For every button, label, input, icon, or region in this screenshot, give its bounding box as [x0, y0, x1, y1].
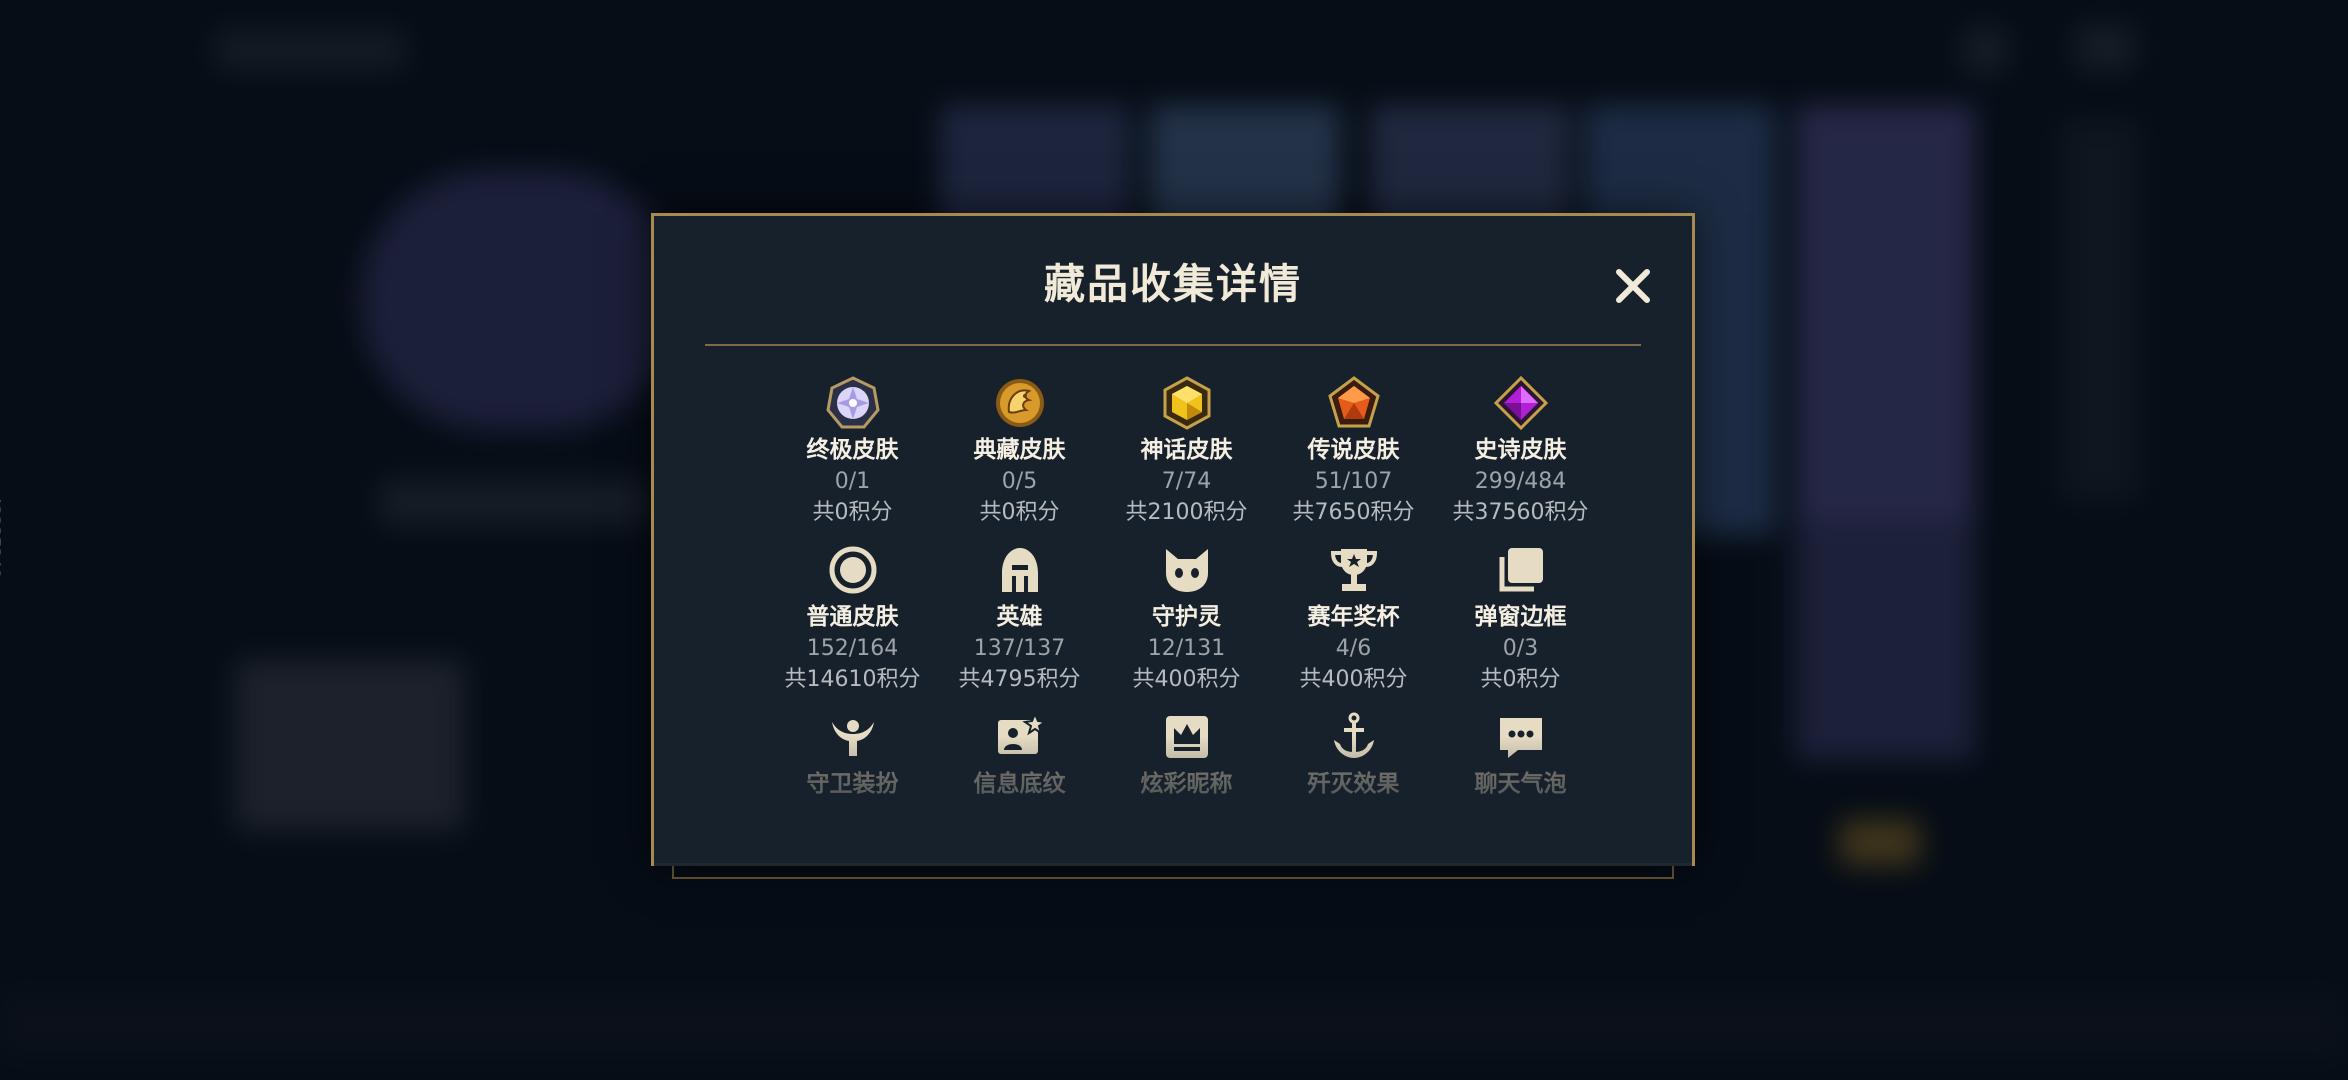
- crown-card-icon: [1160, 710, 1214, 764]
- close-button[interactable]: [1609, 262, 1657, 310]
- collection-details-dialog: 藏品收集详情 终极皮肤 0/1 共0积分 典藏皮肤 0/5 共0积分 神话皮肤 …: [651, 213, 1695, 866]
- category-annihilation-effects[interactable]: 歼灭效果: [1270, 710, 1437, 877]
- ultimate-gem-icon: [825, 376, 880, 430]
- chat-bubble-icon: [1494, 710, 1548, 764]
- category-label: 神话皮肤: [1140, 437, 1233, 463]
- category-label: 传说皮肤: [1307, 437, 1400, 463]
- category-champions[interactable]: 英雄 137/137 共4795积分: [936, 543, 1103, 710]
- category-score: 共7650积分: [1292, 500, 1415, 525]
- category-label: 赛年奖杯: [1307, 604, 1400, 630]
- category-score: 共4795积分: [958, 667, 1081, 692]
- category-colorful-nicknames[interactable]: 炫彩昵称: [1103, 710, 1270, 877]
- category-score: 共2100积分: [1125, 500, 1248, 525]
- category-mythic-skins[interactable]: 神话皮肤 7/74 共2100积分: [1103, 376, 1270, 543]
- ring-icon: [826, 543, 880, 597]
- anchor-icon: [1327, 710, 1381, 764]
- category-label: 普通皮肤: [806, 604, 899, 630]
- little-legend-icon: [1160, 543, 1214, 597]
- category-label: 史诗皮肤: [1474, 437, 1567, 463]
- side-id-text: 42237249: [0, 495, 4, 580]
- ward-skin-icon: [826, 710, 880, 764]
- category-label: 炫彩昵称: [1140, 771, 1233, 797]
- collection-grid: 终极皮肤 0/1 共0积分 典藏皮肤 0/5 共0积分 神话皮肤 7/74 共2…: [769, 376, 1605, 877]
- category-count: 0/3: [1502, 636, 1539, 661]
- category-count: 152/164: [806, 636, 899, 661]
- category-little-legends[interactable]: 守护灵 12/131 共400积分: [1103, 543, 1270, 710]
- category-ultimate-skins[interactable]: 终极皮肤 0/1 共0积分: [769, 376, 936, 543]
- category-prestige-skins[interactable]: 典藏皮肤 0/5 共0积分: [936, 376, 1103, 543]
- mythic-gem-icon: [1160, 376, 1214, 430]
- category-score: 共14610积分: [784, 667, 921, 692]
- collection-row: 守卫装扮 信息底纹 炫彩昵称 歼灭效果 聊天气泡: [769, 710, 1605, 877]
- category-label: 终极皮肤: [806, 437, 899, 463]
- category-count: 299/484: [1474, 469, 1567, 494]
- dialog-title: 藏品收集详情: [1044, 260, 1302, 308]
- category-label: 守卫装扮: [806, 771, 899, 797]
- category-chat-bubbles[interactable]: 聊天气泡: [1437, 710, 1604, 877]
- category-count: 12/131: [1147, 636, 1226, 661]
- category-count: 0/5: [1001, 469, 1038, 494]
- category-score: 共37560积分: [1452, 500, 1589, 525]
- epic-gem-icon: [1493, 376, 1548, 430]
- category-score: 共400积分: [1132, 667, 1241, 692]
- title-divider: [705, 344, 1641, 346]
- trophy-icon: [1327, 543, 1381, 597]
- dragon-emblem-icon: [993, 376, 1047, 430]
- category-popup-frames[interactable]: 弹窗边框 0/3 共0积分: [1437, 543, 1604, 710]
- category-ward-skins[interactable]: 守卫装扮: [769, 710, 936, 877]
- category-score: 共0积分: [979, 500, 1060, 525]
- profile-banner-icon: [993, 710, 1047, 764]
- category-normal-skins[interactable]: 普通皮肤 152/164 共14610积分: [769, 543, 936, 710]
- category-label: 英雄: [996, 604, 1043, 630]
- category-score: 共400积分: [1299, 667, 1408, 692]
- collection-row: 终极皮肤 0/1 共0积分 典藏皮肤 0/5 共0积分 神话皮肤 7/74 共2…: [769, 376, 1605, 543]
- category-count: 137/137: [973, 636, 1066, 661]
- category-count: 51/107: [1314, 469, 1393, 494]
- close-x-icon: [1616, 269, 1650, 303]
- collection-row: 普通皮肤 152/164 共14610积分 英雄 137/137 共4795积分: [769, 543, 1605, 710]
- category-count: 4/6: [1335, 636, 1372, 661]
- category-label: 歼灭效果: [1307, 771, 1400, 797]
- category-epic-skins[interactable]: 史诗皮肤 299/484 共37560积分: [1437, 376, 1604, 543]
- category-score: 共0积分: [1480, 667, 1561, 692]
- category-label: 聊天气泡: [1474, 771, 1567, 797]
- category-count: 7/74: [1161, 469, 1212, 494]
- category-profile-banners[interactable]: 信息底纹: [936, 710, 1103, 877]
- category-season-trophies[interactable]: 赛年奖杯 4/6 共400积分: [1270, 543, 1437, 710]
- category-count: 0/1: [834, 469, 871, 494]
- category-label: 守护灵: [1152, 604, 1221, 630]
- frames-icon: [1494, 543, 1548, 597]
- helmet-icon: [993, 543, 1047, 597]
- category-score: 共0积分: [812, 500, 893, 525]
- category-label: 弹窗边框: [1474, 604, 1567, 630]
- legendary-gem-icon: [1327, 376, 1381, 430]
- category-legendary-skins[interactable]: 传说皮肤 51/107 共7650积分: [1270, 376, 1437, 543]
- category-label: 信息底纹: [973, 771, 1066, 797]
- category-label: 典藏皮肤: [973, 437, 1066, 463]
